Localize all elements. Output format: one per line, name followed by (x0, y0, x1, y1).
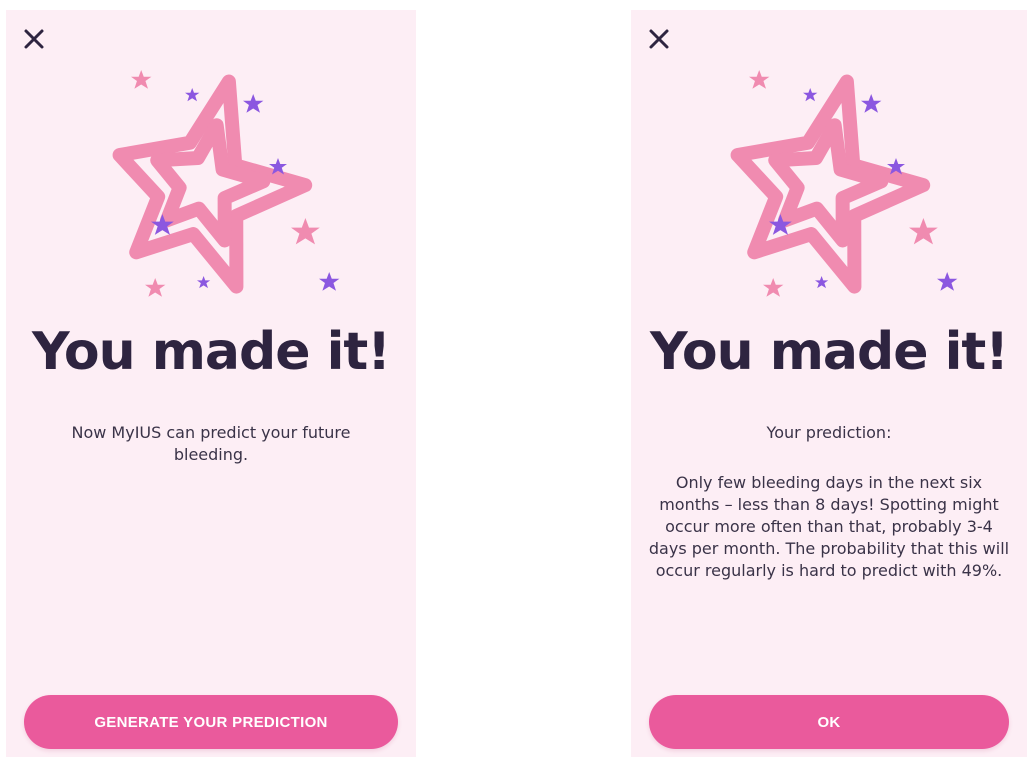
close-icon[interactable] (22, 27, 46, 51)
screen-you-made-it: You made it! Now MyIUS can predict your … (6, 10, 416, 757)
headline: You made it! (32, 322, 391, 382)
stars-illustration-icon (699, 50, 959, 310)
close-icon[interactable] (647, 27, 671, 51)
body-text: Now MyIUS can predict your future bleedi… (71, 423, 351, 464)
prediction-intro: Your prediction: (766, 423, 892, 442)
headline: You made it! (650, 322, 1009, 382)
prediction-text: Only few bleeding days in the next six m… (648, 473, 1010, 580)
ok-button[interactable]: OK (649, 695, 1009, 749)
generate-prediction-button[interactable]: GENERATE YOUR PREDICTION (24, 695, 398, 749)
stars-illustration-icon (81, 50, 341, 310)
screen-prediction-result: You made it! Your prediction: Only few b… (631, 10, 1027, 757)
